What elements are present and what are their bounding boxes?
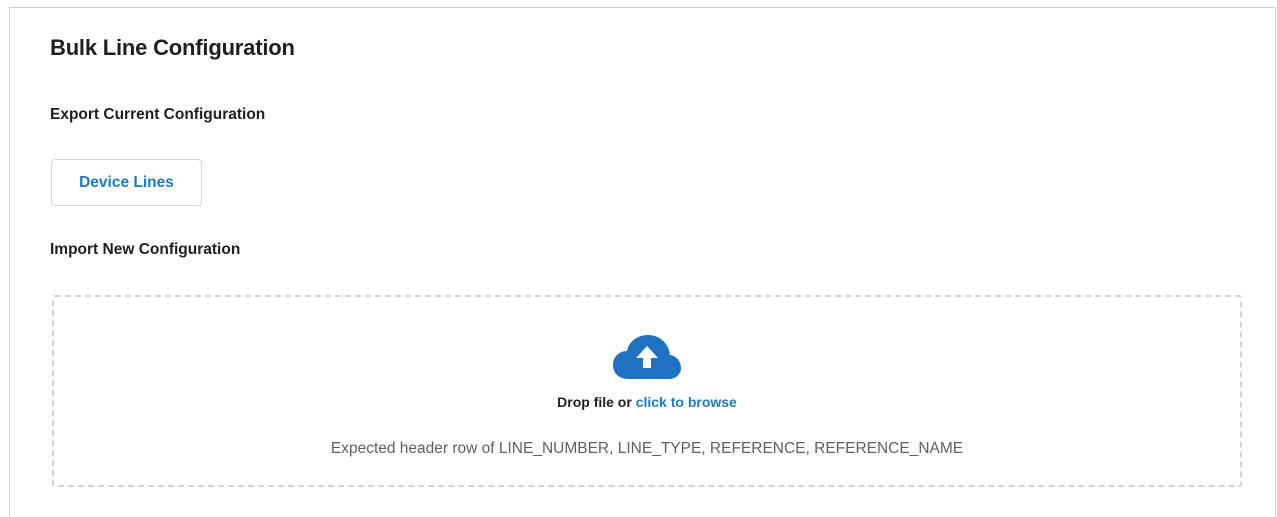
page-title: Bulk Line Configuration bbox=[50, 35, 295, 60]
browse-link[interactable]: click to browse bbox=[636, 394, 737, 410]
cloud-upload-icon bbox=[613, 335, 681, 379]
file-dropzone[interactable]: Drop file or click to browse Expected he… bbox=[52, 295, 1242, 487]
export-section-heading: Export Current Configuration bbox=[50, 106, 266, 123]
drop-instructions: Drop file or click to browse bbox=[54, 394, 1240, 410]
bulk-line-config-panel: Bulk Line Configuration Export Current C… bbox=[9, 7, 1276, 517]
drop-file-text: Drop file or bbox=[557, 394, 632, 410]
expected-header-hint: Expected header row of LINE_NUMBER, LINE… bbox=[330, 440, 964, 457]
import-section-heading: Import New Configuration bbox=[50, 241, 241, 258]
device-lines-button[interactable]: Device Lines bbox=[51, 159, 202, 206]
